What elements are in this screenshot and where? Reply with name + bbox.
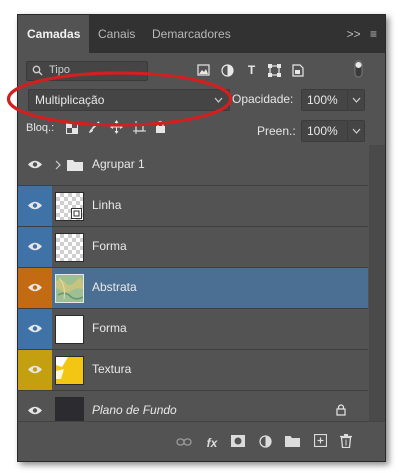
chevron-right-icon[interactable] (55, 160, 61, 170)
layer-row[interactable]: Forma (18, 227, 368, 268)
link-icon[interactable] (176, 437, 192, 447)
layers-toolbar: fx (18, 421, 385, 461)
type-filter-icon[interactable]: T (245, 64, 258, 77)
visibility-toggle[interactable] (18, 268, 52, 308)
mask-icon[interactable] (231, 435, 245, 447)
eye-icon (28, 406, 42, 415)
opacity-label: Opacidade: (232, 92, 294, 106)
collapse-icon[interactable]: >> (347, 27, 361, 41)
folder-icon[interactable] (285, 435, 300, 447)
highlight-ellipse (6, 71, 233, 127)
lock-icon (336, 404, 346, 416)
visibility-toggle[interactable] (18, 350, 52, 390)
folder-icon (67, 160, 83, 171)
layer-row[interactable]: Forma (18, 309, 368, 350)
new-layer-icon[interactable] (314, 434, 327, 447)
fill-dropdown[interactable] (347, 120, 365, 142)
eye-icon (28, 283, 42, 292)
chevron-down-icon (352, 128, 361, 134)
layer-name: Forma (92, 239, 127, 253)
layer-thumbnail (55, 274, 84, 303)
layer-name: Plano de Fundo (92, 403, 177, 417)
tab-demarcadores[interactable]: Demarcadores (143, 15, 240, 53)
shape-filter-icon[interactable] (268, 64, 281, 77)
visibility-toggle[interactable] (18, 227, 52, 267)
smart-object-badge-icon (71, 208, 82, 219)
panel-menu[interactable]: >> ≡ (347, 15, 377, 53)
fill-input[interactable]: 100% (301, 120, 348, 142)
opacity-dropdown[interactable] (347, 89, 365, 111)
fill-value: 100% (307, 124, 338, 138)
layer-thumbnail (55, 356, 84, 385)
layer-name: Forma (92, 321, 127, 335)
layer-row-selected[interactable]: Abstrata (18, 268, 368, 309)
tab-camadas[interactable]: Camadas (18, 15, 90, 53)
scrollbar[interactable] (369, 145, 385, 421)
fill-label: Preen.: (257, 124, 296, 138)
menu-icon[interactable]: ≡ (370, 27, 377, 41)
adjustment-icon[interactable] (259, 435, 272, 448)
layers-list: Agrupar 1 Linha Forma Abstrata Forma Tex… (18, 145, 368, 432)
layer-thumbnail (55, 233, 84, 262)
visibility-toggle[interactable] (18, 145, 52, 185)
layer-row[interactable]: Textura (18, 350, 368, 391)
layer-name: Abstrata (92, 280, 137, 294)
tab-bar: Camadas Canais Demarcadores >> ≡ (18, 15, 385, 53)
layer-row-group[interactable]: Agrupar 1 (18, 145, 368, 186)
visibility-toggle[interactable] (18, 309, 52, 349)
eye-icon (28, 242, 42, 251)
layer-row[interactable]: Linha (18, 186, 368, 227)
eye-icon (28, 201, 42, 210)
eye-icon (28, 160, 42, 169)
opacity-input[interactable]: 100% (301, 89, 348, 111)
layer-thumbnail (55, 315, 84, 344)
abstract-texture-thumbnail (55, 275, 84, 302)
filter-toggle-icon[interactable] (354, 60, 363, 78)
layer-name: Linha (92, 198, 122, 212)
layer-name: Agrupar 1 (92, 157, 145, 171)
tab-canais[interactable]: Canais (89, 15, 144, 53)
opacity-value: 100% (307, 93, 338, 107)
eye-icon (28, 365, 42, 374)
trash-icon[interactable] (340, 434, 352, 448)
eye-icon (28, 324, 42, 333)
visibility-toggle[interactable] (18, 186, 52, 226)
chevron-down-icon (352, 97, 361, 103)
texture-thumbnail (56, 357, 83, 384)
smartobject-filter-icon[interactable] (292, 64, 304, 77)
layer-name: Textura (92, 362, 132, 376)
fx-icon[interactable]: fx (205, 436, 219, 450)
